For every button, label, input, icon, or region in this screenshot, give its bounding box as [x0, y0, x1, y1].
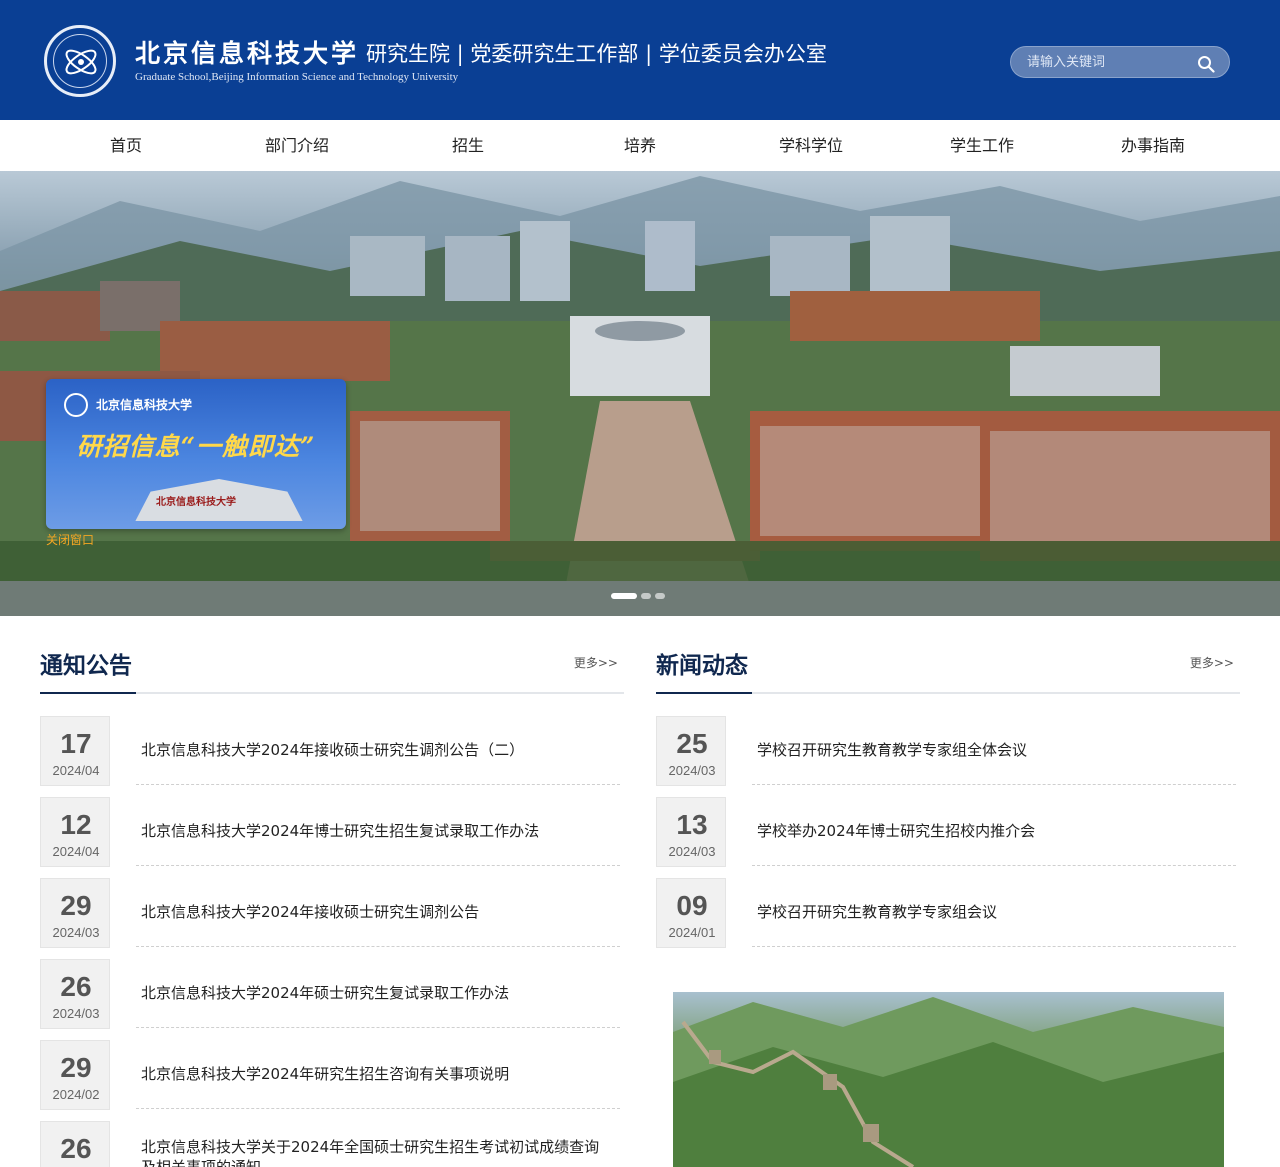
date-year-month: 2024/03	[52, 925, 100, 940]
notice-title[interactable]: 北京信息科技大学关于2024年全国硕士研究生招生考试初试成绩查询及相关事项的通知	[141, 1137, 611, 1167]
popup-slogan: 研招信息“一触即达”	[76, 432, 316, 461]
notice-item[interactable]: 17 2024/04 北京信息科技大学2024年接收硕士研究生调剂公告（二）	[40, 716, 624, 788]
search-box	[1010, 46, 1230, 78]
close-popup-link[interactable]: 关闭窗口	[46, 531, 94, 548]
notices-title: 通知公告	[40, 653, 132, 679]
promo-popup[interactable]: 北京信息科技大学 研招信息“一触即达” 北京信息科技大学	[46, 379, 346, 529]
popup-building-text: 北京信息科技大学	[156, 497, 236, 508]
school-name: 北京信息科技大学	[135, 39, 360, 68]
nav-item-student-affairs[interactable]: 学生工作	[912, 120, 1052, 171]
date-day: 12	[60, 809, 92, 840]
date-year-month: 2024/04	[52, 844, 100, 859]
nav-item-about[interactable]: 部门介绍	[227, 120, 367, 171]
notice-title[interactable]: 北京信息科技大学2024年研究生招生咨询有关事项说明	[141, 1064, 611, 1084]
news-item[interactable]: 13 2024/03 学校举办2024年博士研究生招校内推介会	[656, 797, 1240, 869]
school-english-name: Graduate School,Beijing Information Scie…	[135, 71, 459, 83]
slider-dot-2[interactable]	[641, 593, 651, 599]
logo-atom-icon	[65, 49, 97, 75]
news-item[interactable]: 09 2024/01 学校召开研究生教育教学专家组会议	[656, 878, 1240, 950]
date-box: 25 2024/03	[656, 716, 726, 786]
notices-more-link[interactable]: 更多>>	[574, 654, 618, 671]
popup-logo-icon	[64, 393, 88, 417]
hero-banner[interactable]: 北京信息科技大学 研招信息“一触即达” 北京信息科技大学 关闭窗口	[0, 171, 1280, 616]
date-day: 13	[676, 809, 708, 840]
nav-item-admission[interactable]: 招生	[398, 120, 538, 171]
news-more-link[interactable]: 更多>>	[1190, 654, 1234, 671]
search-input[interactable]	[1027, 52, 1187, 72]
university-logo-icon[interactable]	[44, 25, 116, 97]
nav-item-training[interactable]: 培养	[570, 120, 710, 171]
item-divider	[136, 946, 620, 947]
date-day: 09	[676, 890, 708, 921]
department-title: 研究生院 | 党委研究生工作部 | 学位委员会办公室	[366, 42, 827, 66]
date-year-month: 2024/04	[52, 763, 100, 778]
date-day: 29	[60, 1052, 92, 1083]
notices-title-underline	[40, 692, 136, 694]
notices-header: 通知公告 更多>>	[40, 616, 624, 694]
notice-title[interactable]: 北京信息科技大学2024年接收硕士研究生调剂公告	[141, 902, 611, 922]
nav-item-home[interactable]: 首页	[56, 120, 196, 171]
date-box: 26	[40, 1121, 110, 1167]
date-year-month: 2024/02	[52, 1087, 100, 1102]
great-wall-image	[673, 997, 1224, 1167]
item-divider	[136, 784, 620, 785]
date-box: 13 2024/03	[656, 797, 726, 867]
news-feature-image[interactable]	[673, 992, 1224, 1167]
item-divider	[136, 1027, 620, 1028]
item-divider	[136, 865, 620, 866]
date-box: 29 2024/02	[40, 1040, 110, 1110]
notice-item[interactable]: 12 2024/04 北京信息科技大学2024年博士研究生招生复试录取工作办法	[40, 797, 624, 869]
news-title-link[interactable]: 学校举办2024年博士研究生招校内推介会	[757, 821, 1227, 841]
news-title-link[interactable]: 学校召开研究生教育教学专家组会议	[757, 902, 1227, 922]
notice-item[interactable]: 29 2024/02 北京信息科技大学2024年研究生招生咨询有关事项说明	[40, 1040, 624, 1112]
date-day: 26	[60, 1133, 92, 1164]
main-nav: 首页 部门介绍 招生 培养 学科学位 学生工作 办事指南	[0, 120, 1280, 171]
slider-dot-3[interactable]	[655, 593, 665, 599]
item-divider	[136, 1108, 620, 1109]
date-day: 25	[676, 728, 708, 759]
notice-item[interactable]: 26 2024/03 北京信息科技大学2024年硕士研究生复试录取工作办法	[40, 959, 624, 1031]
news-title-underline	[656, 692, 752, 694]
date-box: 17 2024/04	[40, 716, 110, 786]
date-year-month: 2024/03	[668, 844, 716, 859]
site-header: 北京信息科技大学 研究生院 | 党委研究生工作部 | 学位委员会办公室 Grad…	[0, 0, 1280, 120]
news-item[interactable]: 25 2024/03 学校召开研究生教育教学专家组全体会议	[656, 716, 1240, 788]
notice-title[interactable]: 北京信息科技大学2024年博士研究生招生复试录取工作办法	[141, 821, 611, 841]
item-divider	[752, 865, 1236, 866]
notice-item[interactable]: 26 北京信息科技大学关于2024年全国硕士研究生招生考试初试成绩查询及相关事项…	[40, 1121, 624, 1167]
notice-title[interactable]: 北京信息科技大学2024年硕士研究生复试录取工作办法	[141, 983, 611, 1003]
date-box: 29 2024/03	[40, 878, 110, 948]
popup-school-name: 北京信息科技大学	[96, 398, 193, 412]
date-box: 26 2024/03	[40, 959, 110, 1029]
date-day: 26	[60, 971, 92, 1002]
date-year-month: 2024/03	[668, 763, 716, 778]
date-box: 09 2024/01	[656, 878, 726, 948]
date-day: 17	[60, 728, 92, 759]
news-header: 新闻动态 更多>>	[656, 616, 1240, 694]
date-day: 29	[60, 890, 92, 921]
date-year-month: 2024/03	[52, 1006, 100, 1021]
search-icon[interactable]	[1197, 55, 1215, 73]
item-divider	[752, 784, 1236, 785]
news-title-link[interactable]: 学校召开研究生教育教学专家组全体会议	[757, 740, 1227, 760]
nav-item-guide[interactable]: 办事指南	[1083, 120, 1223, 171]
slider-dot-1[interactable]	[611, 593, 637, 599]
notice-title[interactable]: 北京信息科技大学2024年接收硕士研究生调剂公告（二）	[141, 740, 611, 760]
news-title: 新闻动态	[656, 653, 748, 679]
date-box: 12 2024/04	[40, 797, 110, 867]
notice-item[interactable]: 29 2024/03 北京信息科技大学2024年接收硕士研究生调剂公告	[40, 878, 624, 950]
item-divider	[752, 946, 1236, 947]
date-year-month: 2024/01	[668, 925, 716, 940]
nav-item-degree[interactable]: 学科学位	[741, 120, 881, 171]
